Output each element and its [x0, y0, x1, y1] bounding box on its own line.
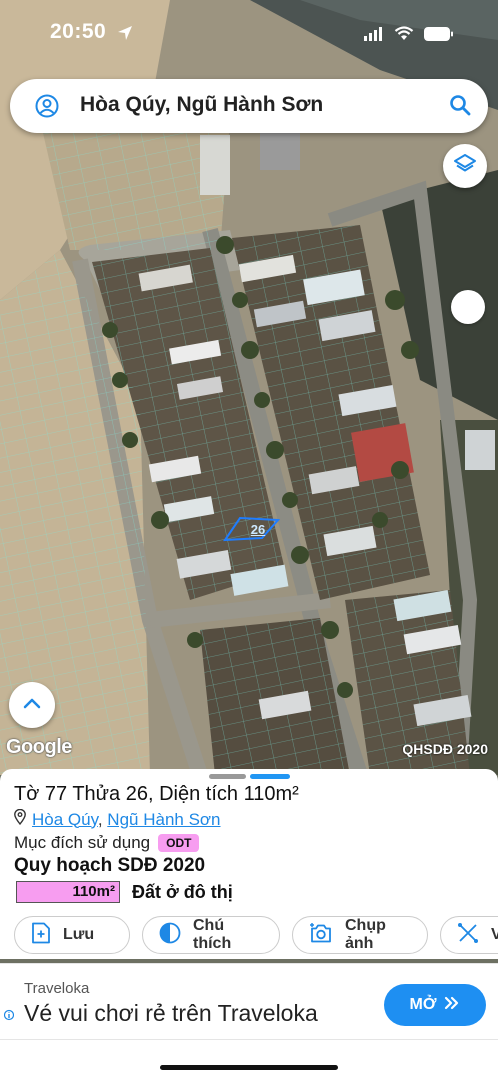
- purpose-code-badge: ODT: [158, 834, 200, 852]
- camera-icon: [309, 922, 333, 949]
- ad-banner[interactable]: Traveloka Vé vui chơi rẻ trên Traveloka …: [0, 963, 498, 1040]
- ad-headline: Vé vui chơi rẻ trên Traveloka: [24, 1000, 318, 1026]
- measure-button-label: V: [491, 926, 498, 943]
- area-label: Đất ở đô thị: [132, 881, 233, 902]
- area-bar: 110m²: [16, 881, 120, 903]
- plan-title: Quy hoạch SDĐ 2020: [14, 855, 206, 876]
- measure-icon: [457, 922, 479, 949]
- land-use-purpose: Mục đích sử dụng ODT: [14, 833, 200, 853]
- search-input[interactable]: Hòa Qúy, Ngũ Hành Sơn: [80, 93, 323, 117]
- user-icon[interactable]: [35, 94, 59, 123]
- ad-open-button[interactable]: MỞ: [384, 984, 486, 1026]
- measure-button[interactable]: V: [440, 916, 498, 954]
- address-ward-link[interactable]: Hòa Qúy: [32, 810, 98, 829]
- ad-open-label: MỞ: [409, 996, 437, 1013]
- search-bar[interactable]: Hòa Qúy, Ngũ Hành Sơn: [10, 79, 488, 133]
- parcel-info-sheet: Tờ 77 Thửa 26, Diện tích 110m² Hòa Qúy, …: [0, 769, 498, 959]
- parcel-marker-label: 26: [250, 522, 266, 537]
- home-indicator[interactable]: [160, 1065, 338, 1070]
- legend-button[interactable]: Chú thích: [142, 916, 280, 954]
- status-time: 20:50: [50, 20, 107, 43]
- save-button-label: Lưu: [63, 926, 95, 943]
- action-buttons: Lưu Chú thích Chụp ảnh V: [14, 916, 498, 954]
- capture-button-label: Chụp ảnh: [345, 917, 386, 952]
- home-area: [0, 1040, 498, 1080]
- expand-up-button[interactable]: [9, 682, 55, 728]
- layers-button[interactable]: [443, 144, 487, 188]
- pin-icon: [14, 808, 26, 830]
- purpose-label: Mục đích sử dụng: [14, 833, 151, 852]
- legend-button-label: Chú thích: [193, 917, 232, 952]
- ad-brand: Traveloka: [24, 980, 90, 997]
- status-bar: 20:50: [0, 0, 498, 64]
- google-attribution: Google: [6, 736, 72, 758]
- parcel-marker[interactable]: 26: [240, 520, 276, 540]
- save-plus-icon: [31, 922, 51, 949]
- layers-icon: [453, 152, 477, 181]
- signal-icon: [364, 26, 384, 46]
- save-button[interactable]: Lưu: [14, 916, 130, 954]
- sheet-handle-active[interactable]: [250, 774, 290, 779]
- parcel-address: Hòa Qúy, Ngũ Hành Sơn: [14, 808, 221, 830]
- double-chevron-right-icon: [444, 996, 460, 1015]
- address-district-link[interactable]: Ngũ Hành Sơn: [107, 810, 220, 829]
- battery-icon: [424, 26, 454, 46]
- location-arrow-icon: [117, 25, 133, 46]
- map-control-button[interactable]: [451, 290, 485, 324]
- address-separator: ,: [97, 809, 103, 829]
- sheet-handle[interactable]: [209, 774, 246, 779]
- capture-button[interactable]: Chụp ảnh: [292, 916, 428, 954]
- wifi-icon: [394, 26, 414, 46]
- status-icons: [364, 26, 454, 46]
- half-circle-icon: [159, 922, 181, 949]
- chevron-up-icon: [23, 696, 41, 714]
- ad-info-icon[interactable]: [3, 1008, 15, 1027]
- parcel-title: Tờ 77 Thửa 26, Diện tích 110m²: [14, 783, 299, 805]
- search-icon[interactable]: [449, 94, 471, 121]
- area-row: 110m² Đất ở đô thị: [16, 881, 233, 903]
- layer-badge: QHSDĐ 2020: [402, 741, 488, 757]
